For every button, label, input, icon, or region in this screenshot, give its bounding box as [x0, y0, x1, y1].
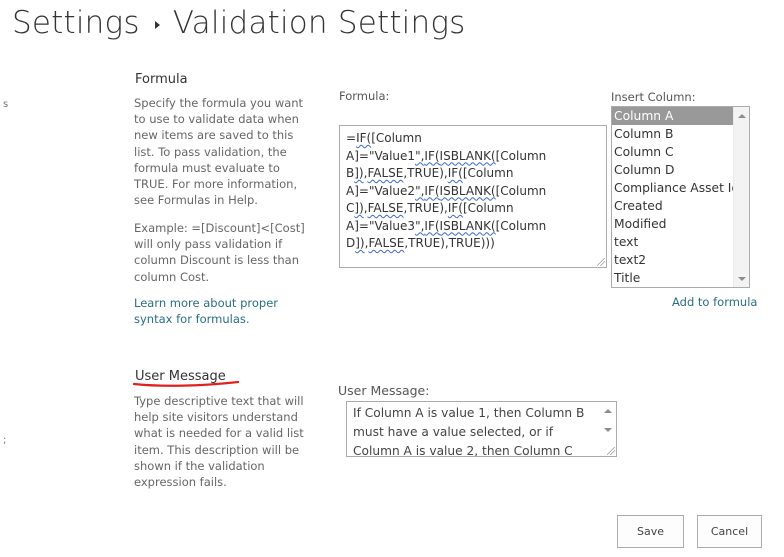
- column-option[interactable]: Modified: [612, 215, 735, 233]
- formula-line: A]="Value2",IF(ISBLANK([Column: [346, 183, 547, 198]
- scroll-down-icon[interactable]: [738, 277, 746, 281]
- user-message-value: If Column A is value 1, then Column B mu…: [353, 406, 585, 457]
- learn-more-link[interactable]: Learn more about proper syntax for formu…: [134, 295, 312, 327]
- add-to-formula-link[interactable]: Add to formula: [672, 294, 757, 310]
- formula-line: =IF([Column: [346, 131, 422, 145]
- formula-example: Example: =[Discount]<[Cost] will only pa…: [134, 221, 305, 284]
- formula-heading: Formula: [135, 72, 188, 87]
- insert-column-label: Insert Column:: [611, 90, 696, 104]
- formula-value: =IF([Column A]="Value1",IF(ISBLANK([Colum…: [346, 130, 546, 253]
- scroll-up-icon[interactable]: [604, 409, 612, 413]
- column-option[interactable]: Column D: [612, 161, 735, 179]
- formula-textarea[interactable]: =IF([Column A]="Value1",IF(ISBLANK([Colum…: [339, 125, 607, 268]
- formula-line: A]="Value1",IF(ISBLANK([Column: [346, 148, 547, 163]
- scroll-up-icon[interactable]: [738, 114, 746, 118]
- insert-column-list[interactable]: Column A Column B Column C Column D Complian…: [611, 106, 750, 288]
- user-message-description: Type descriptive text that will help sit…: [134, 394, 304, 490]
- formula-line: B]),FALSE,TRUE),IF([Column: [346, 166, 514, 180]
- list-scrollbar[interactable]: [733, 107, 749, 287]
- formula-line: A]="Value3",IF(ISBLANK([Column: [346, 218, 547, 233]
- resize-grip-icon[interactable]: [597, 258, 605, 266]
- column-option[interactable]: Column B: [612, 125, 735, 143]
- column-option[interactable]: Column C: [612, 143, 735, 161]
- formula-line: D]),FALSE,TRUE),TRUE))): [346, 236, 495, 250]
- column-option[interactable]: Created: [612, 197, 735, 215]
- breadcrumb-root[interactable]: Settings: [12, 3, 140, 43]
- cancel-button[interactable]: Cancel: [697, 515, 762, 548]
- resize-grip-icon[interactable]: [607, 447, 615, 455]
- formula-field-label: Formula:: [339, 89, 390, 103]
- column-option[interactable]: Title: [612, 269, 735, 287]
- user-message-textarea[interactable]: If Column A is value 1, then Column B mu…: [346, 401, 617, 457]
- edge-fragment: ;: [3, 435, 7, 446]
- page-title: Settings Validation Settings: [12, 0, 466, 46]
- breadcrumb-separator-icon: [154, 21, 160, 29]
- edge-fragment: s: [3, 99, 9, 110]
- formula-line: C]),FALSE,TRUE),IF([Column: [346, 201, 514, 215]
- red-annotation-underline: [132, 380, 240, 387]
- breadcrumb-current: Validation Settings: [172, 5, 466, 41]
- user-message-field-label: User Message:: [338, 383, 430, 398]
- save-button[interactable]: Save: [617, 515, 684, 548]
- formula-description: Specify the formula you want to use to v…: [134, 96, 304, 208]
- scroll-down-icon[interactable]: [604, 428, 612, 432]
- column-option[interactable]: Compliance Asset Id: [612, 179, 735, 197]
- column-option[interactable]: text2: [612, 251, 735, 269]
- column-option[interactable]: Column A: [612, 107, 735, 125]
- column-option[interactable]: text: [612, 233, 735, 251]
